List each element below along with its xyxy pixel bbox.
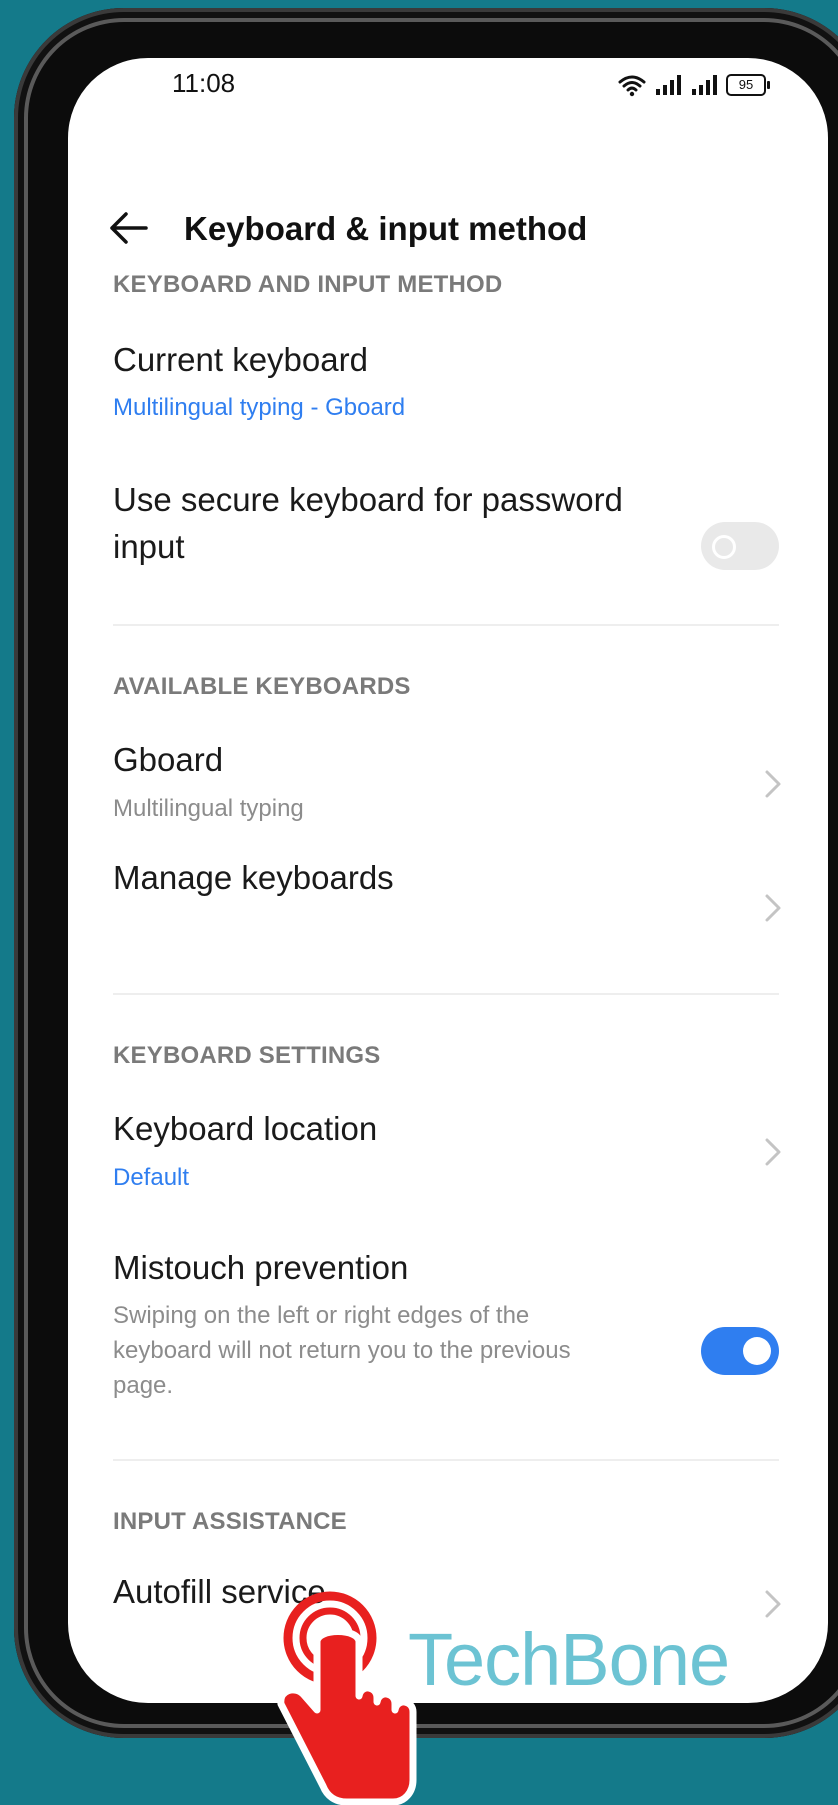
- divider: [113, 993, 779, 995]
- section-label-keyboard-settings: KEYBOARD SETTINGS: [113, 1042, 381, 1069]
- mistouch-prevention-title: Mistouch prevention: [113, 1249, 409, 1286]
- status-icons: 95: [618, 70, 770, 100]
- keyboard-location-value: Default: [113, 1164, 190, 1191]
- status-bar: 11:08 95: [68, 58, 828, 118]
- secure-keyboard-toggle[interactable]: [701, 522, 779, 570]
- toggle-knob: [743, 1337, 771, 1365]
- mistouch-prevention-description: Swiping on the left or right edges of th…: [113, 1302, 571, 1399]
- current-keyboard-value: Multilingual typing - Gboard: [113, 394, 406, 421]
- signal-icon: [692, 75, 717, 95]
- phone-screen: 11:08 95 Keyboard & input method KEYBOAR…: [68, 58, 828, 1703]
- keyboard-location-title: Keyboard location: [113, 1110, 378, 1147]
- chevron-right-icon: [765, 1138, 781, 1166]
- gboard-subtitle: Multilingual typing: [113, 795, 304, 822]
- gboard-title: Gboard: [113, 741, 224, 778]
- section-label-available-keyboards: AVAILABLE KEYBOARDS: [113, 673, 411, 700]
- divider: [113, 1459, 779, 1461]
- chevron-right-icon: [765, 770, 781, 798]
- current-keyboard-title: Current keyboard: [113, 341, 368, 378]
- back-arrow-icon[interactable]: [106, 208, 150, 248]
- divider: [113, 624, 779, 626]
- app-header: Keyboard & input method: [68, 188, 828, 268]
- watermark: TechBone: [408, 1618, 730, 1701]
- status-time: 11:08: [172, 68, 236, 98]
- toggle-knob: [712, 535, 736, 559]
- chevron-right-icon: [765, 1590, 781, 1618]
- chevron-right-icon: [765, 894, 781, 922]
- signal-icon: [656, 75, 681, 95]
- mistouch-prevention-toggle[interactable]: [701, 1327, 779, 1375]
- tap-hand-icon: [277, 1591, 417, 1805]
- phone-frame: 11:08 95 Keyboard & input method KEYBOAR…: [14, 8, 838, 1738]
- section-label-input-assistance: INPUT ASSISTANCE: [113, 1508, 347, 1535]
- page-title: Keyboard & input method: [184, 210, 588, 247]
- secure-keyboard-title: Use secure keyboard for password input: [113, 481, 623, 565]
- wifi-icon: [618, 75, 646, 97]
- battery-icon: 95: [726, 74, 770, 96]
- section-label-keyboard-input: KEYBOARD AND INPUT METHOD: [113, 271, 503, 298]
- manage-keyboards-title: Manage keyboards: [113, 859, 394, 896]
